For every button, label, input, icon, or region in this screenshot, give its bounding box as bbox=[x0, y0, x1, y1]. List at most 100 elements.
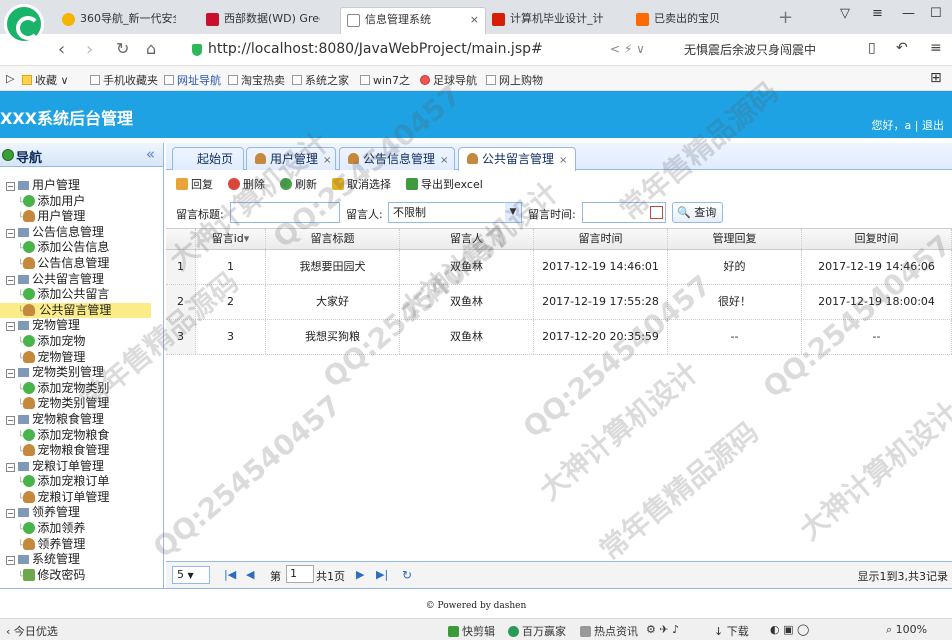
tab-close-icon[interactable]: × bbox=[440, 155, 448, 166]
nav-group[interactable]: − 系统管理 bbox=[0, 552, 163, 568]
column-header[interactable]: 留言人 bbox=[400, 229, 534, 249]
refresh-button[interactable]: 刷新 bbox=[280, 176, 317, 192]
nav-item[interactable]: └ 添加宠物类别 bbox=[0, 381, 163, 397]
status-item[interactable]: 百万赢家 bbox=[508, 623, 566, 639]
bookmark-item[interactable]: 手机收藏夹 bbox=[90, 72, 158, 88]
phone-icon[interactable]: ▯ bbox=[868, 40, 876, 56]
nav-group[interactable]: − 公告信息管理 bbox=[0, 225, 163, 241]
delete-button[interactable]: 删除 bbox=[228, 176, 265, 192]
tab-user-manage[interactable]: 用户管理 × bbox=[246, 147, 336, 170]
column-header[interactable]: 管理回复 bbox=[668, 229, 802, 249]
nav-group[interactable]: − 宠粮订单管理 bbox=[0, 459, 163, 475]
nav-group[interactable]: − 用户管理 bbox=[0, 178, 163, 194]
status-item[interactable]: 快剪辑 bbox=[448, 623, 495, 639]
prev-page-icon[interactable]: ◀ bbox=[246, 568, 254, 581]
bookmark-item[interactable]: 足球导航 bbox=[420, 72, 477, 88]
back-icon[interactable]: ‹ bbox=[58, 39, 65, 60]
nav-item[interactable]: └ 宠粮订单管理 bbox=[0, 490, 163, 506]
nav-group[interactable]: − 公共留言管理 bbox=[0, 272, 163, 288]
tree-toggle-icon[interactable]: − bbox=[6, 509, 15, 519]
tab-close-icon[interactable]: × bbox=[323, 155, 331, 166]
user-logout-link[interactable]: 您好，a | 退出 bbox=[872, 117, 944, 133]
page-size-select[interactable]: 5 ▼ bbox=[172, 566, 210, 584]
nav-item[interactable]: └ 添加公告信息 bbox=[0, 240, 163, 256]
status-item[interactable]: ↓ 下载 bbox=[714, 623, 749, 639]
tab-close-icon[interactable]: × bbox=[559, 155, 567, 166]
nav-item[interactable]: └ 公告信息管理 bbox=[0, 256, 163, 272]
bookmark-toggle-icon[interactable]: ▷ bbox=[6, 72, 14, 85]
collapse-icon[interactable]: « bbox=[146, 145, 155, 163]
reply-button[interactable]: 回复 bbox=[176, 176, 213, 192]
nav-item[interactable]: └ 添加宠物粮食 bbox=[0, 428, 163, 444]
browser-tab[interactable]: 西部数据(WD) Gree bbox=[200, 7, 320, 34]
table-row[interactable]: 3 3 我想买狗粮 双鱼林 2017-12-20 20:35:59 -- -- bbox=[166, 320, 952, 355]
tree-toggle-icon[interactable]: − bbox=[6, 228, 15, 238]
chevron-down-icon[interactable]: ▼ bbox=[505, 203, 521, 222]
next-page-icon[interactable]: ▶ bbox=[356, 568, 364, 581]
user-filter-select[interactable]: 不限制 ▼ bbox=[388, 202, 522, 223]
nav-item[interactable]: └ 用户管理 bbox=[0, 209, 163, 225]
tree-toggle-icon[interactable]: − bbox=[6, 556, 15, 566]
share-icon[interactable]: < ⚡ ∨ bbox=[610, 42, 645, 56]
minimize-icon[interactable]: — bbox=[902, 6, 915, 21]
undo-icon[interactable]: ↶ bbox=[896, 40, 908, 56]
nav-item[interactable]: └ 领养管理 bbox=[0, 537, 163, 553]
nav-item[interactable]: └ 宠物管理 bbox=[0, 350, 163, 366]
tree-toggle-icon[interactable]: − bbox=[6, 462, 15, 472]
tab-close-icon[interactable]: × bbox=[470, 8, 479, 32]
tab-home[interactable]: 起始页 bbox=[172, 147, 244, 170]
status-item[interactable]: 热点资讯 bbox=[580, 623, 638, 639]
bookmark-item[interactable]: win7之 bbox=[360, 72, 410, 88]
nav-item[interactable]: └ 公共留言管理 bbox=[0, 302, 151, 319]
nav-group[interactable]: − 宠物粮食管理 bbox=[0, 412, 163, 428]
nav-group[interactable]: − 宠物类别管理 bbox=[0, 365, 163, 381]
bookmark-item[interactable]: 淘宝热卖 bbox=[228, 72, 285, 88]
maximize-icon[interactable]: ☐ bbox=[930, 6, 942, 21]
nav-item[interactable]: └ 修改密码 bbox=[0, 568, 163, 584]
bookmark-item[interactable]: 网上购物 bbox=[486, 72, 543, 88]
bookmark-item[interactable]: 系统之家 bbox=[292, 72, 349, 88]
bookmark-item[interactable]: 收藏 ∨ bbox=[22, 72, 69, 88]
browser-tab[interactable]: 计算机毕业设计_计 bbox=[486, 7, 610, 34]
zoom-level[interactable]: ⌕ 100% bbox=[886, 623, 927, 637]
tree-toggle-icon[interactable]: − bbox=[6, 322, 15, 332]
browser-logo-icon[interactable] bbox=[4, 4, 44, 44]
tab-message-manage[interactable]: 公共留言管理 × bbox=[458, 147, 576, 171]
bookmark-item[interactable]: 网址导航 bbox=[164, 72, 221, 88]
title-filter-input[interactable] bbox=[230, 202, 340, 223]
page-number-input[interactable]: 1 bbox=[286, 565, 314, 583]
query-button[interactable]: 🔍 查询 bbox=[672, 202, 724, 223]
browser-tab[interactable]: 360导航_新一代安全 bbox=[56, 7, 176, 34]
table-row[interactable]: 1 1 我想要田园犬 双鱼林 2017-12-19 14:46:01 好的 2017-12-… bbox=[166, 250, 952, 285]
nav-item[interactable]: └ 宠物类别管理 bbox=[0, 396, 163, 412]
nav-item[interactable]: └ 宠物粮食管理 bbox=[0, 443, 163, 459]
more-icon[interactable]: ≡ bbox=[930, 40, 942, 56]
column-header-id[interactable]: 留言id▾ bbox=[196, 229, 266, 249]
tree-toggle-icon[interactable]: − bbox=[6, 415, 15, 425]
today-pick-link[interactable]: ‹ 今日优选 bbox=[6, 623, 58, 639]
url-field[interactable]: http://localhost:8080/JavaWebProject/mai… bbox=[186, 38, 660, 62]
apps-grid-icon[interactable]: ⊞ bbox=[930, 70, 942, 86]
tree-toggle-icon[interactable]: − bbox=[6, 369, 15, 379]
column-header[interactable]: 回复时间 bbox=[802, 229, 952, 249]
browser-tab[interactable]: 已卖出的宝贝 bbox=[630, 7, 750, 34]
nav-group[interactable]: − 宠物管理 bbox=[0, 318, 163, 334]
browser-tab-active[interactable]: 信息管理系统 × bbox=[340, 7, 486, 34]
status-tools[interactable]: ◐ ▣ ◯ bbox=[770, 623, 809, 636]
home-icon[interactable]: ⌂ bbox=[146, 39, 156, 58]
search-hint[interactable]: 无惧震后余波只身闯震中 bbox=[684, 41, 816, 58]
nav-item[interactable]: └ 添加宠粮订单 bbox=[0, 474, 163, 490]
new-tab-button[interactable]: + bbox=[778, 7, 793, 28]
forward-icon[interactable]: › bbox=[86, 39, 93, 60]
calendar-icon[interactable] bbox=[650, 206, 663, 219]
column-header[interactable]: 留言时间 bbox=[534, 229, 668, 249]
url-text[interactable]: http://localhost:8080/JavaWebProject/mai… bbox=[208, 41, 543, 57]
export-excel-button[interactable]: 导出到excel bbox=[406, 176, 483, 192]
nav-item[interactable]: └ 添加宠物 bbox=[0, 334, 163, 350]
time-filter-input[interactable] bbox=[582, 202, 666, 223]
deselect-button[interactable]: 取消选择 bbox=[332, 176, 391, 192]
status-tools[interactable]: ⚙ ✈ ♪ bbox=[646, 623, 679, 636]
nav-item[interactable]: └ 添加公共留言 bbox=[0, 287, 163, 303]
tab-notice-manage[interactable]: 公告信息管理 × bbox=[339, 147, 455, 170]
shirt-skin-icon[interactable]: ▽ bbox=[840, 6, 850, 21]
